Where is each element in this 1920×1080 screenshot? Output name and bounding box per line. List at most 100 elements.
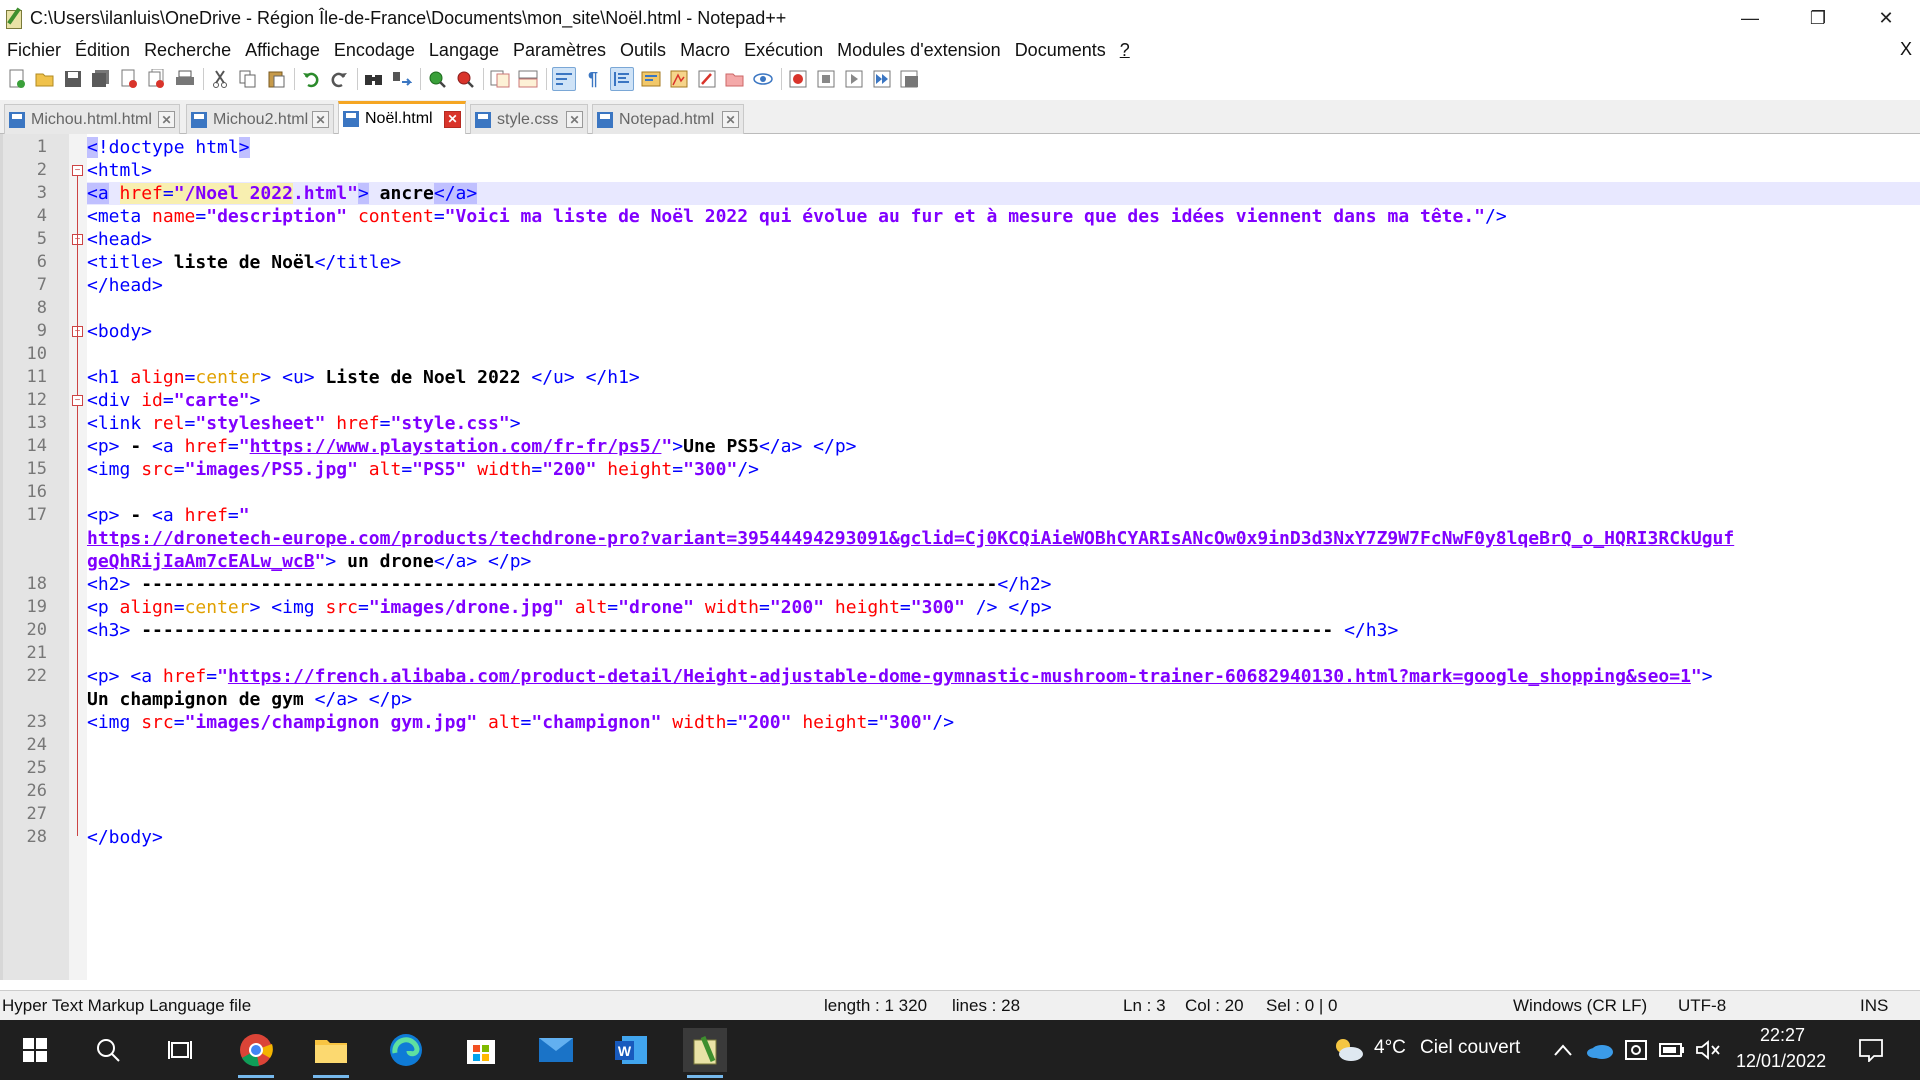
edge-icon[interactable] — [384, 1028, 428, 1072]
line-number: 8 — [36, 298, 47, 318]
menu-edition[interactable]: Édition — [68, 40, 137, 61]
cut-icon[interactable] — [209, 68, 231, 90]
volume-muted-icon[interactable] — [1686, 1028, 1730, 1072]
sync-vertical-icon[interactable] — [489, 68, 511, 90]
tab-michou2-html[interactable]: Michou2.html ✕ — [186, 104, 334, 134]
monitoring-icon[interactable] — [752, 68, 774, 90]
task-view-icon[interactable] — [158, 1028, 202, 1072]
copy-icon[interactable] — [237, 68, 259, 90]
weather-temperature[interactable]: 4°C — [1374, 1037, 1406, 1059]
open-file-icon[interactable] — [34, 68, 56, 90]
menu-execution[interactable]: Exécution — [737, 40, 830, 61]
clock-date[interactable]: 12/01/2022 — [1736, 1051, 1826, 1072]
macro-record-icon[interactable] — [787, 68, 809, 90]
line-number: 25 — [26, 758, 47, 778]
minimize-button[interactable]: — — [1716, 0, 1784, 36]
search-icon[interactable] — [86, 1028, 130, 1072]
close-file-icon[interactable] — [118, 68, 140, 90]
notifications-icon[interactable] — [1849, 1028, 1893, 1072]
paste-icon[interactable] — [265, 68, 287, 90]
tab-label: Michou2.html — [213, 110, 309, 128]
document-map-icon[interactable] — [668, 68, 690, 90]
saved-file-icon — [597, 111, 613, 128]
mail-icon[interactable] — [534, 1028, 578, 1072]
close-tab-icon[interactable]: ✕ — [722, 111, 739, 128]
sync-horizontal-icon[interactable] — [517, 68, 539, 90]
close-tab-icon[interactable]: ✕ — [444, 110, 461, 128]
macro-run-multiple-icon[interactable] — [871, 68, 893, 90]
maximize-button[interactable]: ❐ — [1784, 0, 1852, 36]
microsoft-store-icon[interactable] — [459, 1028, 503, 1072]
word-icon[interactable]: W — [609, 1028, 653, 1072]
tab-style-css[interactable]: style.css ✕ — [470, 104, 588, 134]
fold-toggle-icon[interactable]: − — [72, 395, 83, 406]
eol-format-label[interactable]: Windows (CR LF) — [1513, 996, 1647, 1016]
status-bar: Hyper Text Markup Language file length :… — [0, 990, 1920, 1020]
menu-affichage[interactable]: Affichage — [238, 40, 327, 61]
redo-icon[interactable] — [328, 68, 350, 90]
zoom-in-icon[interactable] — [426, 68, 448, 90]
find-icon[interactable] — [363, 68, 385, 90]
menu-langage[interactable]: Langage — [422, 40, 506, 61]
menu-macro[interactable]: Macro — [673, 40, 737, 61]
code-editor[interactable]: 1 2 3 4 5 6 7 8 9 10 11 12 13 14 15 16 1… — [0, 134, 1920, 980]
save-all-icon[interactable] — [90, 68, 112, 90]
file-explorer-icon[interactable] — [309, 1028, 353, 1078]
menu-recherche[interactable]: Recherche — [137, 40, 238, 61]
menu-documents[interactable]: Documents — [1008, 40, 1113, 61]
weather-description[interactable]: Ciel couvert — [1420, 1037, 1520, 1059]
fold-margin — [69, 134, 87, 980]
save-icon[interactable] — [62, 68, 84, 90]
notepad-plus-plus-taskbar-icon[interactable] — [683, 1028, 727, 1078]
zoom-out-icon[interactable] — [454, 68, 476, 90]
tab-michou-html[interactable]: Michou.html.html ✕ — [4, 104, 180, 134]
folder-as-workspace-icon[interactable] — [724, 68, 746, 90]
indent-guide-icon[interactable] — [610, 67, 634, 91]
print-icon[interactable] — [174, 68, 196, 90]
saved-file-icon — [191, 111, 207, 128]
weather-icon[interactable] — [1326, 1028, 1370, 1072]
close-tab-icon[interactable]: ✕ — [158, 111, 175, 128]
line-number: 6 — [36, 252, 47, 272]
code-line: <!doctype html> — [87, 137, 250, 158]
line-number: 9 — [36, 321, 47, 341]
menu-outils[interactable]: Outils — [613, 40, 673, 61]
close-tab-icon[interactable]: ✕ — [312, 111, 329, 128]
close-window-button[interactable]: ✕ — [1852, 0, 1920, 36]
line-number: 12 — [26, 390, 47, 410]
clock-time[interactable]: 22:27 — [1760, 1025, 1805, 1046]
chrome-icon[interactable] — [234, 1028, 278, 1078]
tab-label: Noël.html — [365, 110, 433, 127]
code-line: <title> liste de Noël</title> — [87, 252, 402, 273]
column-position-label: Col : 20 — [1185, 996, 1244, 1015]
show-all-characters-icon[interactable]: ¶ — [582, 68, 604, 90]
encoding-label[interactable]: UTF-8 — [1678, 996, 1726, 1016]
code-area[interactable]: <!doctype html> <html> <a href="/Noel 20… — [87, 134, 1920, 980]
macro-save-icon[interactable] — [899, 68, 921, 90]
user-defined-language-icon[interactable] — [640, 68, 662, 90]
menu-fichier[interactable]: Fichier — [0, 40, 68, 61]
new-file-icon[interactable] — [6, 68, 28, 90]
undo-icon[interactable] — [300, 68, 322, 90]
fold-toggle-icon[interactable]: − — [72, 165, 83, 176]
menu-modules[interactable]: Modules d'extension — [830, 40, 1008, 61]
close-all-icon[interactable] — [146, 68, 168, 90]
menu-parametres[interactable]: Paramètres — [506, 40, 613, 61]
word-wrap-icon[interactable] — [552, 67, 576, 91]
macro-play-icon[interactable] — [843, 68, 865, 90]
close-tab-icon[interactable]: ✕ — [566, 111, 583, 128]
replace-icon[interactable] — [391, 68, 413, 90]
toolbar-separator — [420, 68, 421, 90]
windows-start-icon[interactable] — [13, 1028, 57, 1072]
close-document-button[interactable]: X — [1900, 39, 1912, 60]
menu-encodage[interactable]: Encodage — [327, 40, 422, 61]
tab-noel-html[interactable]: Noël.html ✕ — [338, 101, 466, 134]
saved-file-icon — [343, 111, 359, 127]
macro-stop-icon[interactable] — [815, 68, 837, 90]
menu-help[interactable]: ? — [1113, 40, 1137, 61]
tab-notepad-html[interactable]: Notepad.html ✕ — [592, 104, 744, 134]
code-line: <p> <a href="https://french.alibaba.com/… — [87, 666, 1713, 687]
function-list-icon[interactable] — [696, 68, 718, 90]
line-number: 18 — [26, 574, 47, 594]
saved-file-icon — [9, 111, 25, 128]
